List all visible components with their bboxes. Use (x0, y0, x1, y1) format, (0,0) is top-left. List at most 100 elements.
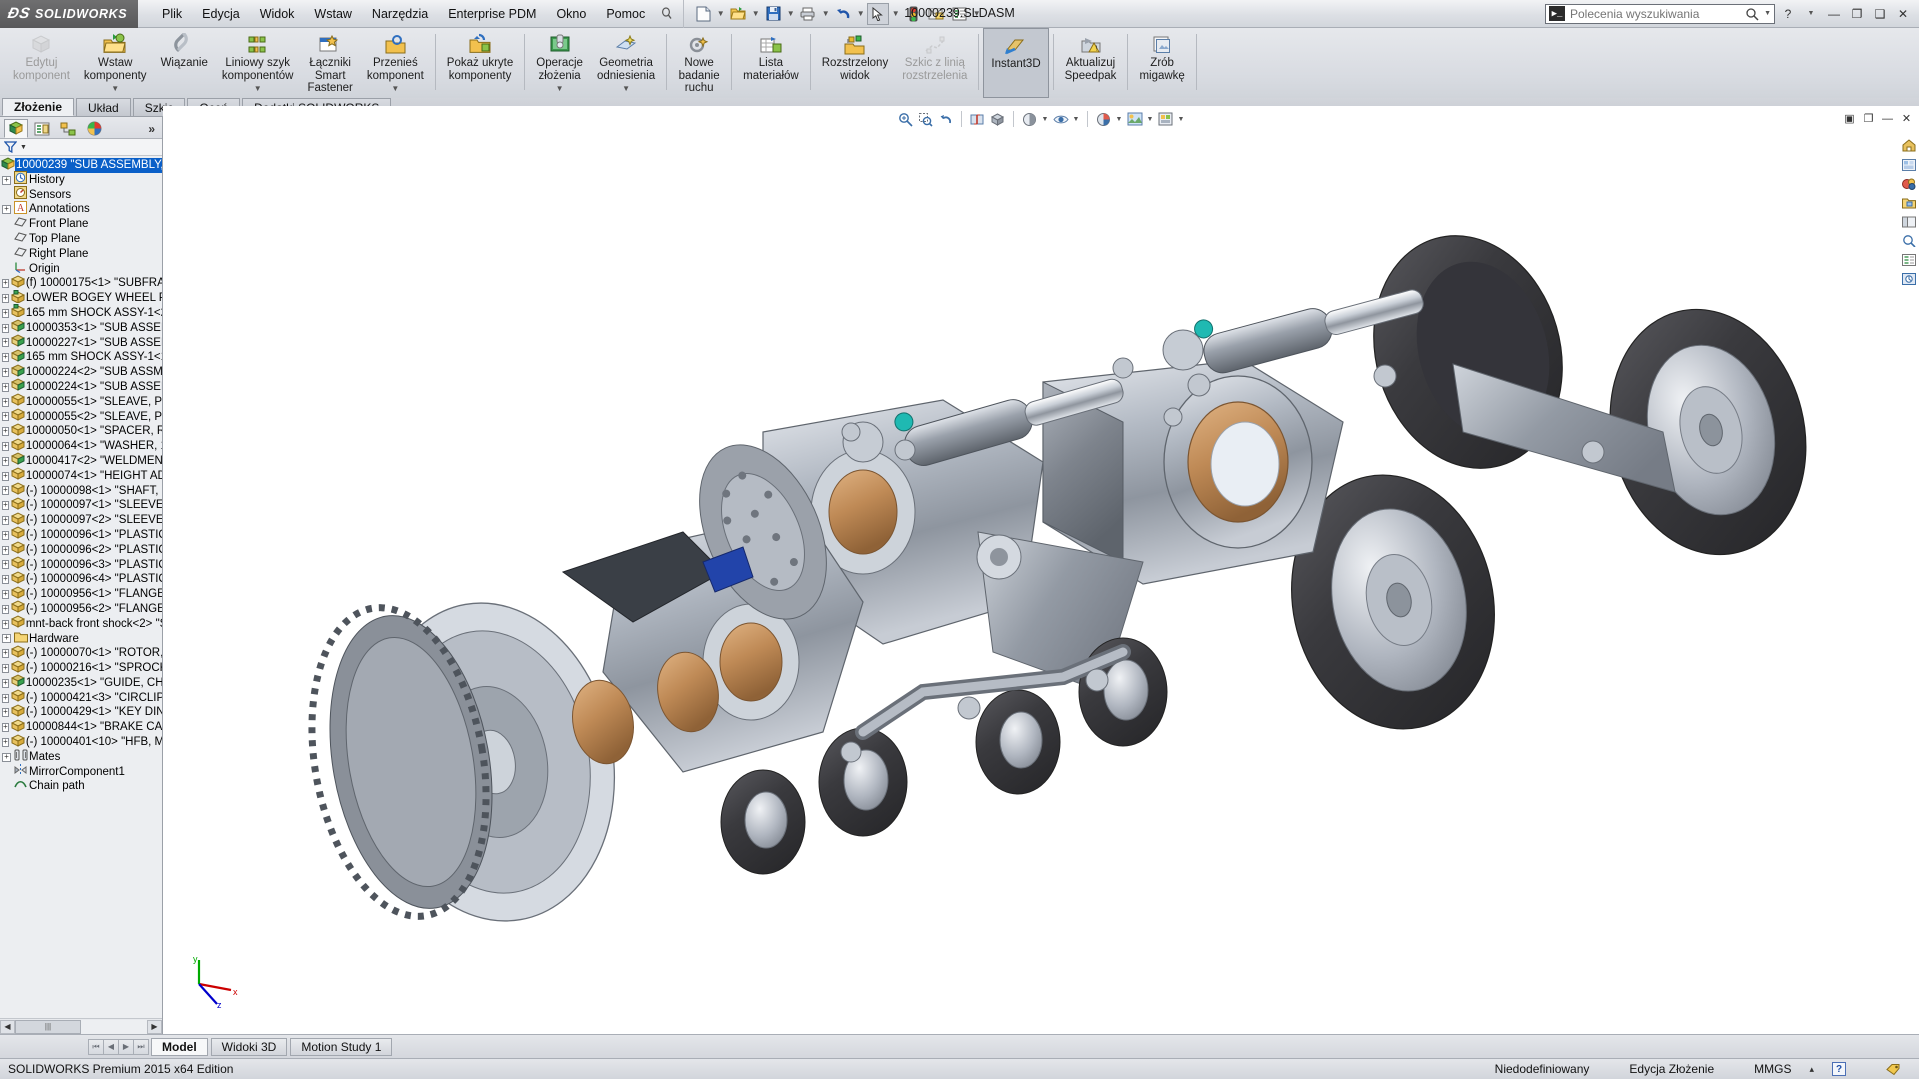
tree-expand-toggle[interactable]: + (2, 501, 9, 511)
maximize-button[interactable]: ❑ (1870, 4, 1890, 24)
file-explorer-icon[interactable] (1901, 214, 1918, 229)
menu-item-wstaw[interactable]: Wstaw (304, 3, 362, 25)
ribbon-button-take-snapshot[interactable]: Zrób migawkę (1132, 28, 1191, 98)
appearances-icon[interactable] (1901, 176, 1918, 191)
feature-tree-item[interactable]: Chain path (0, 779, 162, 794)
display-style-dropdown[interactable]: ▼ (1040, 109, 1050, 129)
ribbon-button-new-motion-study[interactable]: Nowe badanie ruchu (671, 28, 727, 98)
edit-appearance-dropdown[interactable]: ▼ (1114, 109, 1124, 129)
tree-expand-toggle[interactable]: + (2, 752, 11, 762)
new-document-icon[interactable] (692, 3, 714, 25)
zoom-to-area-icon[interactable] (916, 109, 935, 129)
tree-expand-toggle[interactable]: + (2, 338, 9, 348)
ribbon-button-bill-of-materials[interactable]: Lista materiałów (736, 28, 806, 98)
tree-expand-toggle[interactable]: + (2, 634, 11, 644)
tree-expand-toggle[interactable]: + (2, 175, 11, 185)
ribbon-button-exploded-view[interactable]: Rozstrzelony widok (815, 28, 895, 98)
ribbon-button-instant3d[interactable]: Instant3D (983, 28, 1049, 98)
feature-tree-item[interactable]: + mnt-back front shock<2> "S (0, 615, 162, 632)
custom-properties-icon[interactable] (1901, 252, 1918, 267)
status-units-caret[interactable]: ▴ (1809, 1064, 1814, 1075)
tab-model[interactable]: Model (151, 1037, 208, 1056)
nav-first-button[interactable]: ⏮ (88, 1038, 104, 1055)
help-dropdown-caret[interactable]: ▼ (1801, 4, 1821, 24)
feature-manager-more-tabs[interactable]: » (148, 122, 160, 136)
apply-scene-icon[interactable] (1125, 109, 1144, 129)
tree-expand-toggle[interactable]: + (2, 604, 9, 614)
ribbon-button-dropdown[interactable]: ▼ (391, 83, 399, 96)
properties-icon[interactable] (948, 3, 970, 25)
tab-navigation-buttons[interactable]: ⏮ ◀ ▶ ⏭ (88, 1038, 149, 1055)
ribbon-button-show-hidden-components[interactable]: Pokaż ukryte komponenty (440, 28, 520, 98)
tree-expand-toggle[interactable]: + (2, 516, 9, 526)
tree-expand-toggle[interactable]: + (2, 368, 9, 378)
feature-tree-item[interactable]: Top Plane (0, 232, 162, 247)
ribbon-button-dropdown[interactable]: ▼ (254, 83, 262, 96)
properties-dropdown[interactable]: ▼ (971, 3, 982, 25)
view-palette-icon[interactable] (1901, 157, 1918, 172)
view-toolbar[interactable]: ▼ ▼ ▼ ▼ ▼ (163, 106, 1919, 132)
menu-item-enterprise-pdm[interactable]: Enterprise PDM (438, 3, 546, 25)
tab-motion-study[interactable]: Motion Study 1 (290, 1037, 393, 1056)
quick-access-toolbar[interactable]: ▼ ▼ ▼ ▼ ▼ ▼ ▼ (683, 0, 982, 28)
tree-expand-toggle[interactable]: + (2, 397, 9, 407)
tree-expand-toggle[interactable]: + (2, 590, 9, 599)
display-manager-tab[interactable] (82, 119, 106, 138)
tree-expand-toggle[interactable]: + (2, 723, 9, 733)
undo-icon[interactable] (832, 3, 854, 25)
minimize-button[interactable]: — (1824, 4, 1844, 24)
ribbon-button-insert-components[interactable]: Wstaw komponenty ▼ (77, 28, 154, 98)
scroll-thumb[interactable]: ||| (15, 1019, 81, 1034)
print-dropdown[interactable]: ▼ (820, 3, 831, 25)
tree-expand-toggle[interactable]: + (2, 382, 9, 392)
select-cursor-icon[interactable] (867, 2, 890, 25)
graphics-window-controls[interactable]: ▣ ❐ — ✕ (1843, 112, 1913, 126)
tree-expand-toggle[interactable]: + (2, 663, 9, 673)
feature-tree-item[interactable]: Front Plane (0, 217, 162, 232)
tree-expand-toggle[interactable]: + (2, 708, 9, 718)
configuration-manager-tab[interactable] (56, 119, 80, 138)
tree-expand-toggle[interactable]: + (2, 678, 9, 688)
tree-expand-toggle[interactable]: + (2, 294, 9, 304)
tree-expand-toggle[interactable]: + (2, 486, 9, 496)
tree-expand-toggle[interactable]: + (2, 560, 9, 570)
tree-expand-toggle[interactable]: + (2, 575, 9, 585)
tree-expand-toggle[interactable]: + (2, 545, 9, 555)
task-pane-strip[interactable] (1899, 136, 1919, 286)
ribbon-button-assembly-features[interactable]: Operacje złożenia ▼ (529, 28, 590, 98)
undo-dropdown[interactable]: ▼ (855, 3, 866, 25)
close-button[interactable]: ✕ (1893, 4, 1913, 24)
tree-expand-toggle[interactable]: + (2, 442, 9, 452)
tree-expand-toggle[interactable]: + (2, 279, 9, 289)
ribbon-button-dropdown[interactable]: ▼ (556, 83, 564, 96)
status-help-badge[interactable]: ? (1832, 1062, 1846, 1076)
ribbon-button-dropdown[interactable]: ▼ (111, 83, 119, 96)
hide-show-items-dropdown[interactable]: ▼ (1071, 109, 1081, 129)
tree-expand-toggle[interactable]: + (2, 427, 9, 437)
feature-tree-horizontal-scrollbar[interactable]: ◀ ||| ▶ (0, 1018, 162, 1034)
feature-tree-item[interactable]: MirrorComponent1 (0, 763, 162, 780)
previous-view-icon[interactable] (936, 109, 955, 129)
restore-button[interactable]: ❐ (1847, 4, 1867, 24)
zoom-to-fit-icon[interactable] (896, 109, 915, 129)
property-manager-tab[interactable] (30, 119, 54, 138)
feature-manager-tab[interactable] (4, 119, 28, 138)
command-tab-uk-ad[interactable]: Układ (76, 98, 131, 116)
feature-tree-filter-bar[interactable]: ▼ (0, 139, 162, 156)
menu-item-narzedzia[interactable]: Narzędzia (362, 3, 438, 25)
tree-expand-toggle[interactable]: + (2, 530, 9, 540)
ribbon-button-mate[interactable]: Wiązanie (154, 28, 215, 98)
ribbon-button-reference-geometry[interactable]: Geometria odniesienia ▼ (590, 28, 662, 98)
scroll-left-arrow[interactable]: ◀ (0, 1019, 15, 1034)
command-tab-z-o-enie[interactable]: Złożenie (2, 98, 75, 116)
home-icon[interactable] (1901, 138, 1918, 153)
apply-scene-dropdown[interactable]: ▼ (1145, 109, 1155, 129)
options-icon[interactable] (925, 3, 947, 25)
new-document-dropdown[interactable]: ▼ (715, 3, 726, 25)
graphics-minimize-button[interactable]: — (1881, 112, 1894, 125)
filter-icon[interactable] (4, 141, 17, 153)
tree-expand-toggle[interactable]: + (2, 471, 9, 481)
pin-icon[interactable] (655, 3, 677, 25)
menu-item-okno[interactable]: Okno (546, 3, 596, 25)
ribbon-button-dropdown[interactable]: ▼ (622, 83, 630, 96)
